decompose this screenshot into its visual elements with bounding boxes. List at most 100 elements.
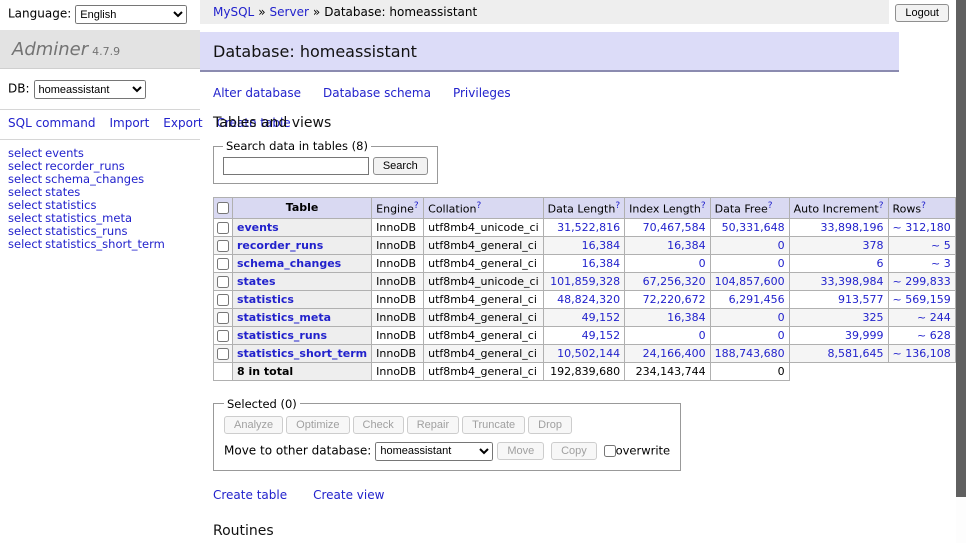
table-name-link[interactable]: statistics_short_term (237, 347, 367, 360)
data-free-link[interactable]: 104,857,600 (715, 275, 785, 288)
select-link[interactable]: select (8, 159, 42, 173)
search-input[interactable] (223, 157, 369, 175)
create-view-link[interactable]: Create view (313, 488, 384, 502)
data-length-link[interactable]: 49,152 (582, 311, 621, 324)
index-length-link[interactable]: 24,166,400 (643, 347, 706, 360)
data-free-link[interactable]: 0 (778, 329, 785, 342)
auto-increment-link[interactable]: 33,898,196 (821, 221, 884, 234)
drop-button[interactable]: Drop (528, 416, 572, 434)
select-link[interactable]: select (8, 172, 42, 186)
row-checkbox[interactable] (217, 330, 229, 342)
rows-count-link[interactable]: ~ 244 (917, 311, 951, 324)
scrollbar-thumb[interactable] (956, 0, 966, 497)
move-button[interactable]: Move (497, 442, 544, 460)
analyze-button[interactable]: Analyze (224, 416, 283, 434)
help-link-icon[interactable]: ? (701, 201, 706, 211)
data-free-link[interactable]: 6,291,456 (729, 293, 785, 306)
row-checkbox[interactable] (217, 312, 229, 324)
table-link[interactable]: states (45, 185, 80, 199)
data-free-link[interactable]: 188,743,680 (715, 347, 785, 360)
rows-count-link[interactable]: ~ 136,108 (893, 347, 951, 360)
row-checkbox[interactable] (217, 258, 229, 270)
table-name-link[interactable]: statistics_runs (237, 329, 327, 342)
index-length-link[interactable]: 67,256,320 (643, 275, 706, 288)
table-name-link[interactable]: schema_changes (237, 257, 341, 270)
export-link[interactable]: Export (163, 116, 202, 130)
help-link-icon[interactable]: ? (615, 201, 620, 211)
privileges-link[interactable]: Privileges (453, 86, 511, 100)
repair-button[interactable]: Repair (407, 416, 459, 434)
data-length-link[interactable]: 48,824,320 (557, 293, 620, 306)
table-link[interactable]: statistics (45, 198, 96, 212)
data-length-link[interactable]: 16,384 (582, 257, 621, 270)
table-name-link[interactable]: events (237, 221, 279, 234)
search-button[interactable]: Search (373, 157, 428, 175)
sql-command-link[interactable]: SQL command (8, 116, 95, 130)
select-link[interactable]: select (8, 185, 42, 199)
rows-count-link[interactable]: ~ 569,159 (893, 293, 951, 306)
index-length-link[interactable]: 0 (699, 257, 706, 270)
rows-count-link[interactable]: ~ 628 (917, 329, 951, 342)
table-link[interactable]: statistics_runs (45, 224, 127, 238)
index-length-link[interactable]: 72,220,672 (643, 293, 706, 306)
help-link-icon[interactable]: ? (476, 201, 481, 211)
move-database-select[interactable]: homeassistant (375, 442, 493, 461)
create-table-link[interactable]: Create table (213, 488, 287, 502)
index-length-link[interactable]: 0 (699, 329, 706, 342)
auto-increment-link[interactable]: 8,581,645 (828, 347, 884, 360)
auto-increment-link[interactable]: 6 (877, 257, 884, 270)
database-schema-link[interactable]: Database schema (323, 86, 431, 100)
rows-count-link[interactable]: ~ 3 (931, 257, 951, 270)
auto-increment-link[interactable]: 325 (863, 311, 884, 324)
truncate-button[interactable]: Truncate (462, 416, 525, 434)
help-link-icon[interactable]: ? (879, 201, 884, 211)
row-checkbox[interactable] (217, 294, 229, 306)
auto-increment-link[interactable]: 39,999 (845, 329, 884, 342)
data-length-link[interactable]: 16,384 (582, 239, 621, 252)
data-free-link[interactable]: 0 (778, 257, 785, 270)
data-length-link[interactable]: 49,152 (582, 329, 621, 342)
table-link[interactable]: events (45, 146, 84, 160)
row-checkbox[interactable] (217, 348, 229, 360)
language-select[interactable]: English (75, 5, 187, 24)
select-link[interactable]: select (8, 224, 42, 238)
table-link[interactable]: schema_changes (45, 172, 144, 186)
table-name-link[interactable]: states (237, 275, 276, 288)
copy-button[interactable]: Copy (551, 442, 597, 460)
rows-count-link[interactable]: ~ 299,833 (893, 275, 951, 288)
table-name-link[interactable]: recorder_runs (237, 239, 323, 252)
optimize-button[interactable]: Optimize (286, 416, 349, 434)
index-length-link[interactable]: 70,467,584 (643, 221, 706, 234)
overwrite-checkbox[interactable] (604, 445, 616, 457)
logout-button[interactable]: Logout (895, 4, 949, 22)
table-name-link[interactable]: statistics (237, 293, 294, 306)
table-name-link[interactable]: statistics_meta (237, 311, 331, 324)
help-link-icon[interactable]: ? (921, 201, 926, 211)
data-length-link[interactable]: 31,522,816 (557, 221, 620, 234)
data-free-link[interactable]: 50,331,648 (722, 221, 785, 234)
alter-database-link[interactable]: Alter database (213, 86, 301, 100)
data-length-link[interactable]: 101,859,328 (550, 275, 620, 288)
help-link-icon[interactable]: ? (768, 201, 773, 211)
rows-count-link[interactable]: ~ 312,180 (893, 221, 951, 234)
data-length-link[interactable]: 10,502,144 (557, 347, 620, 360)
select-all-checkbox[interactable] (217, 202, 229, 214)
row-checkbox[interactable] (217, 240, 229, 252)
breadcrumb-mysql-link[interactable]: MySQL (213, 5, 254, 19)
import-link[interactable]: Import (109, 116, 149, 130)
table-link[interactable]: statistics_short_term (45, 237, 165, 251)
auto-increment-link[interactable]: 33,398,984 (821, 275, 884, 288)
select-link[interactable]: select (8, 198, 42, 212)
rows-count-link[interactable]: ~ 5 (931, 239, 951, 252)
index-length-link[interactable]: 16,384 (667, 239, 706, 252)
index-length-link[interactable]: 16,384 (667, 311, 706, 324)
data-free-link[interactable]: 0 (778, 311, 785, 324)
db-select[interactable]: homeassistant (34, 80, 146, 99)
table-link[interactable]: statistics_meta (45, 211, 132, 225)
auto-increment-link[interactable]: 913,577 (838, 293, 884, 306)
auto-increment-link[interactable]: 378 (863, 239, 884, 252)
breadcrumb-server-link[interactable]: Server (270, 5, 309, 19)
table-link[interactable]: recorder_runs (45, 159, 125, 173)
select-link[interactable]: select (8, 146, 42, 160)
select-link[interactable]: select (8, 237, 42, 251)
